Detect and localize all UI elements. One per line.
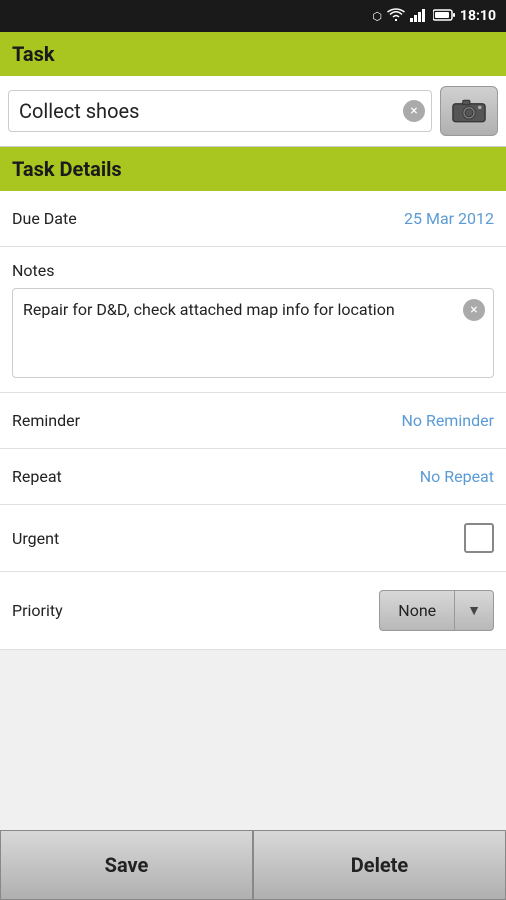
notes-section: Notes Repair for D&D, check attached map… [0,247,506,393]
reminder-label: Reminder [12,411,80,430]
priority-dropdown[interactable]: None ▼ [379,590,494,631]
urgent-row[interactable]: Urgent [0,505,506,572]
repeat-row[interactable]: Repeat No Repeat [0,449,506,505]
signal-icon: ⬡ [372,10,382,23]
due-date-label: Due Date [12,209,77,228]
urgent-checkbox[interactable] [464,523,494,553]
task-details-section: Due Date 25 Mar 2012 Notes Repair for D&… [0,191,506,650]
reminder-value: No Reminder [401,411,494,430]
task-section-header: Task [0,32,506,76]
notes-label: Notes [12,261,494,280]
camera-icon [452,97,486,125]
status-bar: ⬡ 18:10 [0,0,506,32]
repeat-value: No Repeat [420,467,494,486]
task-details-header-label: Task Details [12,157,122,181]
notes-input-wrapper[interactable]: Repair for D&D, check attached map info … [12,288,494,378]
due-date-value: 25 Mar 2012 [404,209,494,228]
due-date-row[interactable]: Due Date 25 Mar 2012 [0,191,506,247]
task-input-wrapper[interactable]: Collect shoes × [8,90,432,132]
bottom-buttons: Save Delete [0,830,506,900]
signal-bars-icon [410,8,428,25]
task-details-section-header: Task Details [0,147,506,191]
battery-icon [433,9,455,24]
urgent-label: Urgent [12,529,59,548]
delete-button[interactable]: Delete [253,830,506,900]
camera-button[interactable] [440,86,498,136]
priority-label: Priority [12,601,63,620]
wifi-icon [387,8,405,25]
notes-value: Repair for D&D, check attached map info … [23,300,395,319]
status-time: 18:10 [460,8,496,24]
save-button[interactable]: Save [0,830,253,900]
repeat-label: Repeat [12,467,62,486]
priority-dropdown-arrow-icon: ▼ [455,592,493,629]
task-input-area: Collect shoes × [0,76,506,147]
status-icons: ⬡ 18:10 [372,8,496,25]
priority-value: None [380,591,455,630]
task-input-value: Collect shoes [19,99,399,123]
reminder-row[interactable]: Reminder No Reminder [0,393,506,449]
clear-input-button[interactable]: × [403,100,425,122]
priority-row: Priority None ▼ [0,572,506,650]
task-header-label: Task [12,42,55,66]
clear-notes-button[interactable]: × [463,299,485,321]
